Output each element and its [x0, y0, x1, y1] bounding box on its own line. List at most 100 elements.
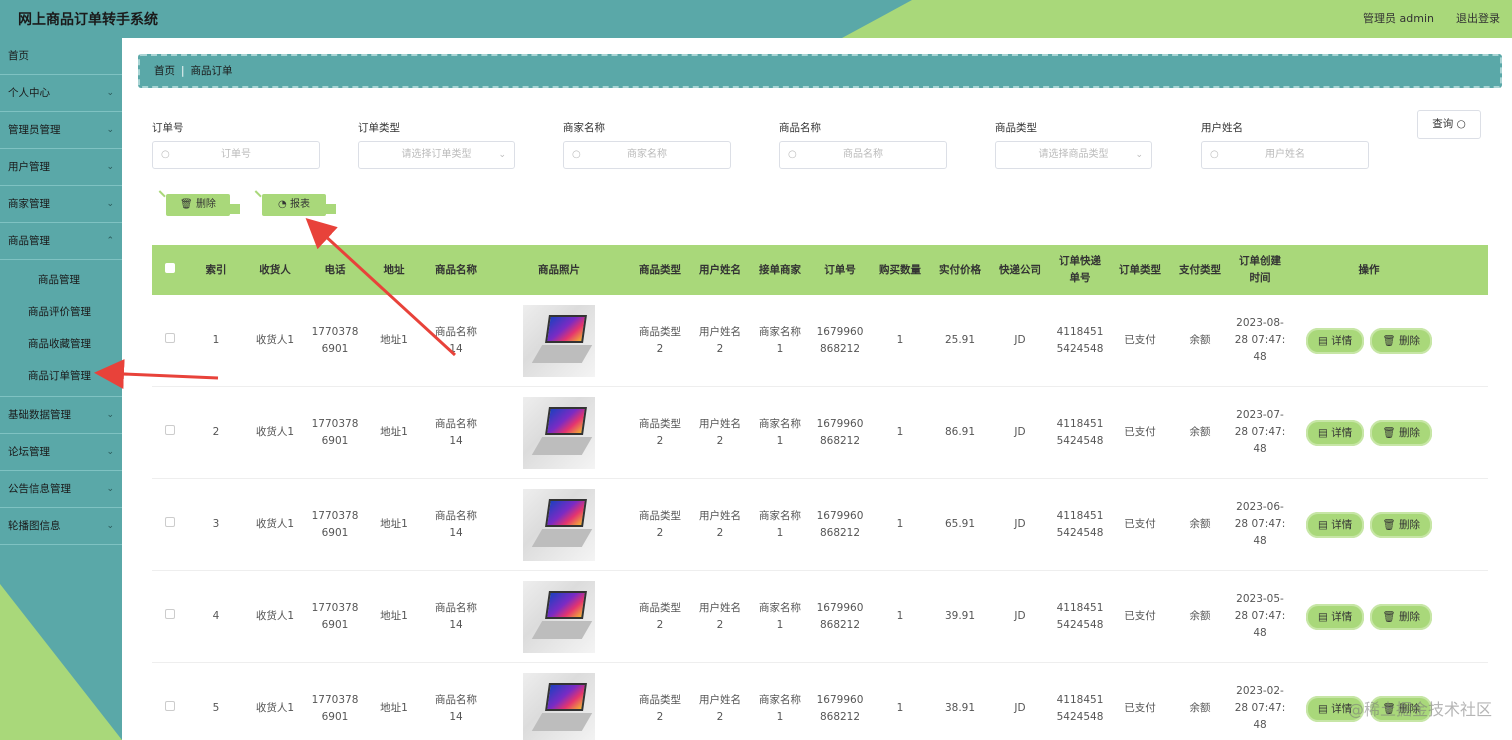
sidebar-subitem[interactable]: 商品管理: [0, 264, 122, 296]
row-checkbox-cell: [152, 516, 188, 533]
text-input[interactable]: ○ 用户姓名: [1201, 141, 1369, 169]
cell-user: 用户姓名 2: [699, 509, 741, 539]
placeholder-text: 请选择商品类型: [1038, 149, 1109, 160]
detail-button[interactable]: ▤ 详情: [1306, 327, 1365, 354]
row-delete-button[interactable]: 🗑 删除: [1370, 511, 1432, 538]
cell-ptype: 商品类型 2: [639, 325, 681, 355]
product-photo-cell: [488, 580, 630, 653]
sidebar-item[interactable]: 基础数据管理 ⌄: [0, 397, 122, 434]
text-input[interactable]: ○ 商家名称: [563, 141, 731, 169]
delete-button[interactable]: 🗑 删除: [166, 194, 240, 216]
product-photo[interactable]: [523, 396, 595, 469]
column-header: 订单创建 时间: [1239, 255, 1281, 284]
row-delete-button[interactable]: 🗑 删除: [1370, 419, 1432, 446]
field-label: 订单类型: [358, 122, 400, 134]
cell-price: 86.91: [944, 426, 976, 438]
sidebar-item[interactable]: 公告信息管理 ⌄: [0, 471, 122, 508]
text-input[interactable]: ○ 商品名称: [779, 141, 947, 169]
cell-tracking: 4118451 5424548: [1056, 417, 1104, 447]
row-actions: ▤ 详情 🗑 删除: [1290, 327, 1448, 354]
row-actions: ▤ 详情 🗑 删除: [1290, 511, 1448, 538]
sidebar-item[interactable]: 管理员管理 ⌄: [0, 112, 122, 149]
cell-merchant: 商家名称 1: [759, 509, 801, 539]
field-label: 商家名称: [563, 122, 605, 134]
sidebar-subitem[interactable]: 商品收藏管理: [0, 328, 122, 360]
row-checkbox[interactable]: [165, 517, 175, 527]
sidebar-item[interactable]: 论坛管理 ⌄: [0, 434, 122, 471]
column-header: 电话: [324, 263, 346, 276]
trash-icon: 🗑: [1382, 518, 1396, 531]
row-delete-button[interactable]: 🗑 删除: [1370, 603, 1432, 630]
chevron-down-icon: ⌄: [106, 162, 114, 172]
row-checkbox-cell: [152, 424, 188, 441]
row-checkbox-cell: [152, 608, 188, 625]
laptop-screen: [545, 682, 587, 711]
cell-ptype: 商品类型 2: [639, 601, 681, 631]
cell-address: 地址1: [380, 518, 408, 530]
product-photo[interactable]: [523, 488, 595, 561]
breadcrumb-home[interactable]: 首页: [154, 65, 175, 77]
product-photo-cell: [488, 304, 630, 377]
search-field: 商品类型 请选择商品类型 ⌄: [995, 120, 1152, 169]
select-field[interactable]: 请选择订单类型 ⌄: [358, 141, 515, 169]
sidebar-item[interactable]: 个人中心 ⌄: [0, 75, 122, 112]
sidebar-item[interactable]: 商品管理 ⌃: [0, 223, 122, 260]
row-checkbox[interactable]: [165, 333, 175, 343]
header-cell: [152, 262, 188, 279]
detail-button[interactable]: ▤ 详情: [1306, 603, 1365, 630]
sidebar-subitem[interactable]: 商品评价管理: [0, 296, 122, 328]
column-header: 支付类型: [1179, 263, 1221, 276]
product-photo[interactable]: [523, 672, 595, 740]
document-icon: ▤: [1318, 702, 1328, 715]
row-checkbox[interactable]: [165, 701, 175, 711]
row-checkbox[interactable]: [165, 425, 175, 435]
cell-created: 2023-02- 28 07:47: 48: [1234, 685, 1286, 731]
sidebar-subitem[interactable]: 商品订单管理: [0, 360, 122, 392]
row-checkbox-cell: [152, 700, 188, 717]
search-field: 用户姓名 ○ 用户姓名: [1201, 120, 1369, 169]
select-all-checkbox[interactable]: [165, 262, 175, 273]
sidebar: 首页 个人中心 ⌄ 管理员管理 ⌄ 用户管理 ⌄ 商家管理 ⌄ 商品管理 ⌃ 商品管理 商品评价管理商…: [0, 38, 122, 740]
detail-button[interactable]: ▤ 详情: [1306, 511, 1365, 538]
cell-receiver: 收货人1: [255, 610, 295, 622]
text-input[interactable]: ○ 订单号: [152, 141, 320, 169]
detail-button[interactable]: ▤ 详情: [1306, 419, 1365, 446]
logout-link[interactable]: 退出登录: [1456, 10, 1500, 26]
chevron-down-icon: ⌄: [106, 199, 114, 209]
query-button[interactable]: 查询 ○: [1417, 110, 1481, 139]
cell-merchant: 商家名称 1: [759, 601, 801, 631]
cell-merchant: 商家名称 1: [759, 325, 801, 355]
sidebar-item[interactable]: 用户管理 ⌄: [0, 149, 122, 186]
column-header: 商品类型: [639, 263, 681, 276]
query-label: 查询: [1432, 118, 1454, 130]
row-delete-button[interactable]: 🗑 删除: [1370, 327, 1432, 354]
column-header: 购买数量: [879, 263, 921, 276]
sidebar-item[interactable]: 首页: [0, 38, 122, 75]
select-field[interactable]: 请选择商品类型 ⌄: [995, 141, 1152, 169]
chevron-down-icon: ⌄: [106, 125, 114, 135]
chevron-down-icon: ⌄: [106, 410, 114, 420]
sidebar-item[interactable]: 轮播图信息 ⌄: [0, 508, 122, 545]
sidebar-item-label: 用户管理: [8, 161, 50, 173]
row-delete-label: 删除: [1398, 334, 1420, 347]
trash-icon: 🗑: [1382, 334, 1396, 347]
placeholder-text: 用户姓名: [1265, 149, 1305, 160]
column-header: 用户姓名: [699, 263, 741, 276]
cell-pay_type: 余额: [1189, 518, 1211, 530]
chevron-down-icon: ⌄: [1135, 150, 1143, 160]
product-photo[interactable]: [523, 304, 595, 377]
product-photo[interactable]: [523, 580, 595, 653]
sidebar-item-label: 个人中心: [8, 87, 50, 99]
laptop-base: [531, 436, 593, 455]
sidebar-item[interactable]: 商家管理 ⌄: [0, 186, 122, 223]
column-header: 快递公司: [999, 263, 1041, 276]
cell-ptype: 商品类型 2: [639, 417, 681, 447]
search-field: 订单类型请选择订单类型 ⌄: [358, 120, 515, 169]
cell-address: 地址1: [380, 610, 408, 622]
row-checkbox[interactable]: [165, 609, 175, 619]
watermark: @稀土掘金技术社区: [1347, 700, 1492, 719]
cell-created: 2023-08- 28 07:47: 48: [1234, 317, 1286, 363]
report-label: 报表: [289, 199, 310, 210]
report-button[interactable]: ◔ 报表: [262, 194, 336, 216]
search-field: 订单号 ○ 订单号: [152, 120, 320, 169]
